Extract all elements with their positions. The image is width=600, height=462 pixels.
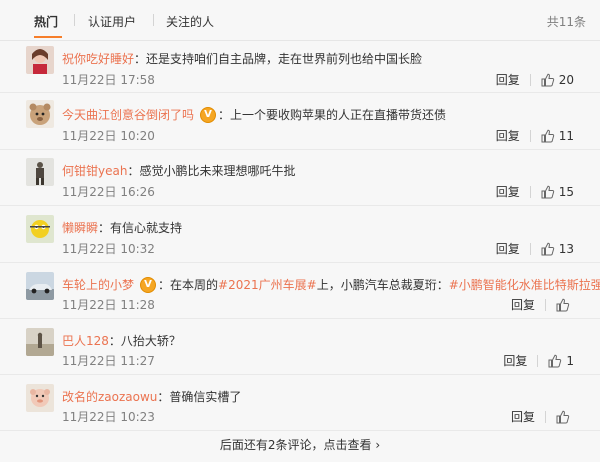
active-tab-indicator (34, 36, 62, 38)
comment-item: 车轮上的小梦 V ：在本周的 #2021广州车展# 上，小鹏汽车总裁夏珩： #小… (0, 262, 600, 319)
action-divider (529, 129, 531, 142)
comment-time: 11月22日 16:26 (62, 185, 155, 199)
thumbs-up-icon (541, 129, 554, 142)
hashtag-link[interactable]: #小鹏智能化水准比特斯拉强# (449, 276, 600, 293)
comment-username[interactable]: 何钳钳yeah (62, 162, 127, 179)
avatar[interactable] (26, 158, 54, 186)
comment-text-continued: 上，小鹏汽车总裁夏珩： (316, 278, 449, 292)
comment-content: 懒瞬瞬 ：有信心就支持 (62, 219, 182, 236)
comment-username[interactable]: 今天曲江创意谷倒闭了吗 (62, 106, 194, 123)
verified-badge-icon: V (200, 106, 217, 123)
comment-content: 巴人128 ：八抬大轿？ (62, 332, 181, 349)
comment-text: ：还是支持咱们自主品牌，走在世界前列也给中国长脸 (134, 52, 423, 66)
tab-divider (153, 14, 154, 26)
avatar[interactable] (26, 328, 54, 356)
thumbs-up-icon (541, 73, 554, 86)
hashtag-link[interactable]: #2021广州车展# (218, 276, 317, 293)
like-button[interactable]: 20 (541, 73, 574, 87)
comment-time: 11月22日 11:28 (62, 298, 155, 312)
avatar[interactable] (26, 215, 54, 243)
like-button[interactable]: 1 (548, 354, 574, 368)
thumbs-up-icon (548, 354, 562, 367)
comment-content: 今天曲江创意谷倒闭了吗 V ：上一个要收购苹果的人正在直播带货还债 (62, 106, 446, 123)
action-divider (529, 185, 531, 198)
avatar[interactable] (26, 46, 54, 74)
comment-time: 11月22日 10:32 (62, 242, 155, 256)
verified-badge-icon: V (140, 276, 157, 293)
tab-hot[interactable]: 热门 (34, 13, 58, 30)
comment-time: 11月22日 10:20 (62, 129, 155, 143)
comment-item: 祝你吃好睡好 ：还是支持咱们自主品牌，走在世界前列也给中国长脸 11月22日 1… (0, 40, 600, 93)
like-button[interactable]: 13 (541, 242, 574, 256)
tab-bar: 热门 认证用户 关注的人 共11条 (0, 0, 600, 41)
comment-actions: 回复 15 (496, 183, 574, 200)
tab-following[interactable]: 关注的人 (166, 13, 214, 30)
comment-item: 何钳钳yeah ：感觉小鹏比未来理想哪吒牛批 11月22日 16:26 回复 1… (0, 149, 600, 206)
comment-text: ：上一个要收购苹果的人正在直播带货还债 (218, 108, 447, 122)
comment-time: 11月22日 11:27 (62, 354, 155, 368)
like-count: 11 (558, 128, 574, 143)
reply-button[interactable]: 回复 (496, 183, 520, 200)
action-divider (529, 73, 531, 86)
comment-actions: 回复 (511, 408, 574, 425)
comment-username[interactable]: 懒瞬瞬 (62, 219, 98, 236)
comment-content: 改名的zaozaowu ：普确信实槽了 (62, 388, 241, 405)
comment-actions: 回复 (511, 296, 574, 313)
comment-actions: 回复 13 (496, 240, 574, 257)
tab-verified-users[interactable]: 认证用户 (88, 13, 136, 30)
comment-username[interactable]: 巴人128 (62, 332, 109, 349)
comment-username[interactable]: 改名的zaozaowu (62, 388, 157, 405)
comment-text: ：普确信实槽了 (157, 390, 242, 404)
avatar[interactable] (26, 100, 54, 128)
reply-button[interactable]: 回复 (496, 127, 520, 144)
like-count: 20 (558, 72, 574, 87)
thumbs-up-icon (556, 298, 570, 311)
like-button[interactable]: 15 (541, 185, 574, 199)
comment-actions: 回复 1 (503, 352, 574, 369)
thumbs-up-icon (541, 242, 554, 255)
avatar[interactable] (26, 384, 54, 412)
reply-button[interactable]: 回复 (496, 71, 520, 88)
comment-text: ：感觉小鹏比未来理想哪吒牛批 (127, 164, 296, 178)
avatar[interactable] (26, 272, 54, 300)
comment-content: 何钳钳yeah ：感觉小鹏比未来理想哪吒牛批 (62, 162, 295, 179)
comment-panel: 热门 认证用户 关注的人 共11条 祝你吃好睡好 ：还是支持咱们自主品牌，走在世… (0, 0, 600, 462)
comment-content: 祝你吃好睡好 ：还是支持咱们自主品牌，走在世界前列也给中国长脸 (62, 50, 422, 67)
comment-username[interactable]: 车轮上的小梦 (62, 276, 134, 293)
tab-divider (74, 14, 75, 26)
thumbs-up-icon (556, 410, 570, 423)
comment-item: 懒瞬瞬 ：有信心就支持 11月22日 10:32 回复 13 (0, 205, 600, 263)
reply-button[interactable]: 回复 (503, 352, 527, 369)
reply-button[interactable]: 回复 (511, 296, 535, 313)
comment-total-count: 共11条 (546, 15, 586, 29)
action-divider (537, 354, 539, 367)
comment-time: 11月22日 17:58 (62, 73, 155, 87)
comment-text: ：在本周的 (158, 278, 219, 292)
comment-item: 改名的zaozaowu ：普确信实槽了 11月22日 10:23 回复 (0, 374, 600, 431)
like-count: 15 (558, 184, 574, 199)
like-button[interactable] (556, 410, 574, 424)
comment-username[interactable]: 祝你吃好睡好 (62, 50, 134, 67)
reply-button[interactable]: 回复 (511, 408, 535, 425)
action-divider (545, 298, 546, 311)
comment-text: ：有信心就支持 (98, 221, 183, 235)
comment-actions: 回复 20 (496, 71, 574, 88)
like-count: 1 (566, 353, 574, 368)
comment-actions: 回复 11 (496, 127, 574, 144)
comment-content: 车轮上的小梦 V ：在本周的 #2021广州车展# 上，小鹏汽车总裁夏珩： #小… (62, 276, 600, 293)
load-more-comments-link[interactable]: 后面还有2条评论，点击查看 › (0, 436, 600, 453)
reply-button[interactable]: 回复 (496, 240, 520, 257)
comment-item: 巴人128 ：八抬大轿？ 11月22日 11:27 回复 1 (0, 318, 600, 375)
comment-text: ：八抬大轿？ (108, 334, 181, 348)
comment-item: 今天曲江创意谷倒闭了吗 V ：上一个要收购苹果的人正在直播带货还债 11月22日… (0, 92, 600, 150)
thumbs-up-icon (541, 185, 554, 198)
comment-time: 11月22日 10:23 (62, 410, 155, 424)
like-button[interactable] (556, 298, 574, 312)
like-count: 13 (558, 241, 574, 256)
like-button[interactable]: 11 (541, 129, 574, 143)
action-divider (529, 242, 531, 255)
action-divider (545, 410, 546, 423)
